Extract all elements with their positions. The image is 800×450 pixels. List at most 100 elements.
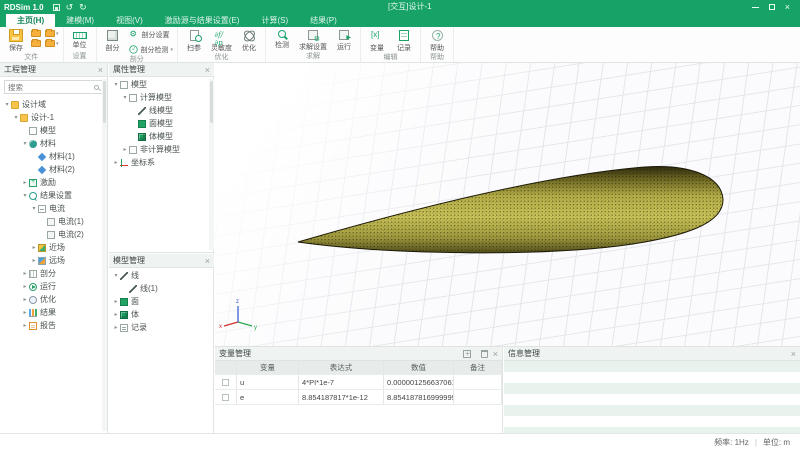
sensitivity-button[interactable]: 灵敏度 (209, 28, 234, 54)
close-icon[interactable]: × (98, 65, 103, 75)
scrollbar[interactable] (102, 79, 107, 431)
close-icon[interactable]: × (205, 65, 210, 75)
chevron-down-icon[interactable]: ▾ (21, 192, 29, 199)
tree-item[interactable]: ▸ 远场 (0, 254, 107, 267)
chevron-down-icon[interactable]: ▾ (121, 94, 129, 101)
folder-button[interactable] (31, 30, 41, 37)
tree-item[interactable]: ▾ 电流 (0, 202, 107, 215)
tree-item[interactable]: ▸ 激励 (0, 176, 107, 189)
mesh-button[interactable]: 剖分 (101, 28, 125, 54)
expression-cell[interactable]: 8.854187817*1e-12 (299, 390, 384, 404)
doc-list-button[interactable]: 记录 (392, 28, 416, 54)
variable-cell[interactable]: u (237, 375, 299, 389)
close-icon[interactable]: × (205, 256, 210, 266)
tree-item[interactable]: 材料(1) (0, 150, 107, 163)
column-header[interactable]: 变量 (237, 361, 299, 374)
undo-icon[interactable]: ↺ (66, 0, 74, 14)
menu-tab-0[interactable]: 主页(H) (6, 14, 55, 27)
tree-item[interactable]: ▸ 坐标系 (109, 156, 214, 169)
airfoil-mesh-model[interactable] (298, 167, 723, 253)
tree-item[interactable]: ▾ 模型 (109, 78, 214, 91)
remark-cell[interactable] (454, 375, 502, 389)
tree-item[interactable]: 电流(1) (0, 215, 107, 228)
column-header[interactable]: 表达式 (299, 361, 384, 374)
tree-item[interactable]: ▸ 优化 (0, 293, 107, 306)
chevron-right-icon[interactable]: ▸ (112, 159, 120, 166)
chevron-down-icon[interactable]: ▾ (112, 272, 120, 279)
menu-tab-5[interactable]: 结果(P) (299, 14, 348, 27)
chevron-down-icon[interactable]: ▾ (112, 81, 120, 88)
box-gear-button[interactable]: 求解设置 (297, 28, 329, 53)
add-variable-icon[interactable] (463, 350, 471, 358)
close-icon[interactable]: × (785, 0, 790, 14)
variable-cell[interactable]: e (237, 390, 299, 404)
chevron-right-icon[interactable]: ▸ (112, 324, 120, 331)
tree-item[interactable]: ▸ 非计算模型 (109, 143, 214, 156)
atom-button[interactable]: 优化 (237, 28, 261, 54)
box-play-button[interactable]: 运行 (332, 28, 356, 53)
folder-button[interactable]: ▾ (45, 30, 59, 37)
tree-item[interactable]: ▸ 报告 (0, 319, 107, 332)
tree-item[interactable]: ▾ 设计域 (0, 98, 107, 111)
question-button[interactable]: 帮助 (425, 28, 449, 54)
column-header[interactable]: 备注 (454, 361, 502, 374)
search-box[interactable] (4, 80, 103, 94)
folder-button[interactable]: ▾ (45, 40, 59, 47)
tree-item[interactable]: 模型 (0, 124, 107, 137)
chevron-right-icon[interactable]: ▸ (21, 296, 29, 303)
save-button[interactable]: 保存 (4, 28, 28, 54)
close-icon[interactable]: × (493, 349, 498, 359)
delete-variable-icon[interactable] (481, 350, 488, 358)
tree-item[interactable]: 线模型 (109, 104, 214, 117)
tree-item[interactable]: 体模型 (109, 130, 214, 143)
tree-item[interactable]: ▾ 材料 (0, 137, 107, 150)
check-badge-button[interactable]: 剖分检测▾ (128, 43, 174, 56)
chevron-right-icon[interactable]: ▸ (30, 244, 38, 251)
chevron-right-icon[interactable]: ▸ (121, 146, 129, 153)
checkbox[interactable] (222, 379, 229, 386)
tree-item[interactable]: ▸ 结果 (0, 306, 107, 319)
tree-item[interactable]: 面模型 (109, 117, 214, 130)
brackets-button[interactable]: 变量 (365, 28, 389, 54)
redo-icon[interactable]: ↻ (79, 0, 87, 14)
tree-item[interactable]: ▾ 计算模型 (109, 91, 214, 104)
remark-cell[interactable] (454, 390, 502, 404)
menu-tab-3[interactable]: 激励源与结果设置(E) (154, 14, 251, 27)
scrollbar[interactable] (209, 79, 214, 250)
table-row[interactable]: u 4*PI*1e-7 0.00000125663706143... (215, 375, 502, 390)
quick-save-icon[interactable] (53, 4, 60, 11)
tree-item[interactable]: ▸ 面 (109, 295, 214, 308)
chevron-right-icon[interactable]: ▸ (112, 311, 120, 318)
tree-item[interactable]: 材料(2) (0, 163, 107, 176)
viewport-3d[interactable]: x y z (215, 63, 800, 346)
tree-item[interactable]: 线(1) (109, 282, 214, 295)
tree-item[interactable]: ▸ 剖分 (0, 267, 107, 280)
tree-item[interactable]: ▾ 线 (109, 269, 214, 282)
tree-item[interactable]: ▸ 体 (109, 308, 214, 321)
chevron-right-icon[interactable]: ▸ (21, 322, 29, 329)
chevron-right-icon[interactable]: ▸ (21, 270, 29, 277)
menu-tab-1[interactable]: 建模(M) (55, 14, 105, 27)
magnifier-clock-button[interactable]: 检测 (270, 28, 294, 51)
table-row[interactable]: e 8.854187817*1e-12 8.854187816999999e-.… (215, 390, 502, 405)
maximize-icon[interactable] (769, 4, 775, 10)
tree-item[interactable]: 电流(2) (0, 228, 107, 241)
tree-item[interactable]: ▾ 设计-1 (0, 111, 107, 124)
gear-button[interactable]: 剖分设置 (128, 30, 174, 40)
tree-item[interactable]: ▾ 结果设置 (0, 189, 107, 202)
chevron-down-icon[interactable]: ▾ (21, 140, 29, 147)
chevron-down-icon[interactable]: ▾ (3, 101, 11, 108)
chevron-right-icon[interactable]: ▸ (21, 179, 29, 186)
folder-button[interactable] (31, 40, 41, 47)
minimize-icon[interactable] (752, 7, 759, 8)
ruler-button[interactable]: 单位 (68, 28, 92, 51)
tree-item[interactable]: ▸ 记录 (109, 321, 214, 334)
chevron-down-icon[interactable]: ▾ (12, 114, 20, 121)
tree-item[interactable]: ▸ 近场 (0, 241, 107, 254)
tree-item[interactable]: ▸ 运行 (0, 280, 107, 293)
column-header[interactable]: 数值 (384, 361, 454, 374)
close-icon[interactable]: × (791, 349, 796, 359)
chevron-right-icon[interactable]: ▸ (30, 257, 38, 264)
chevron-right-icon[interactable]: ▸ (112, 298, 120, 305)
checkbox[interactable] (222, 394, 229, 401)
